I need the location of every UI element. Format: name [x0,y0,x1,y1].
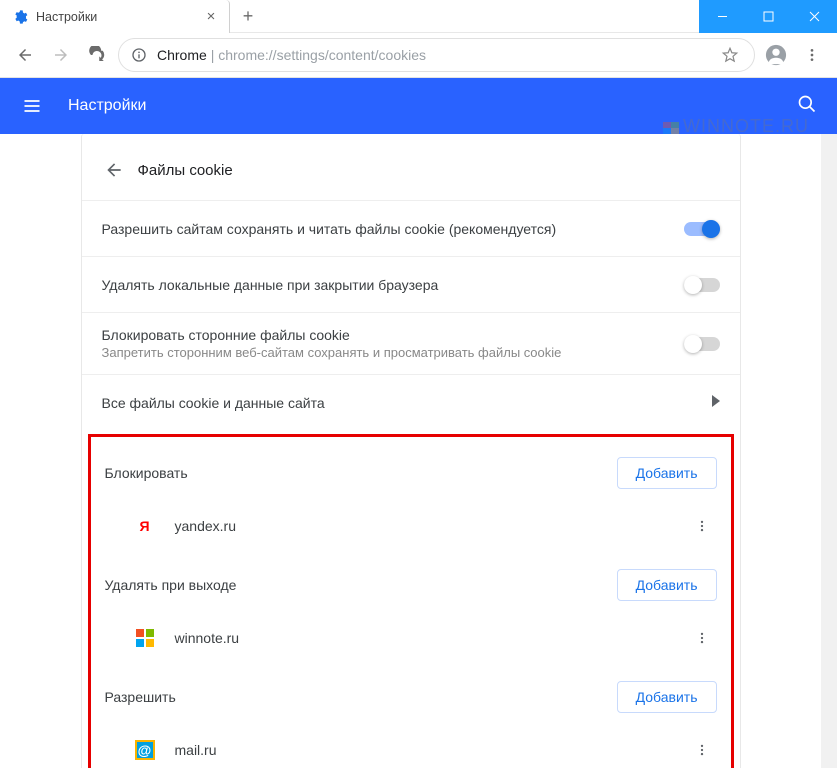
minimize-button[interactable] [699,0,745,33]
chevron-right-icon [712,394,720,412]
site-row: winnote.ru [91,615,731,661]
site-name: yandex.ru [175,518,687,534]
url-text: Chrome | chrome://settings/content/cooki… [157,47,708,63]
site-row: Я yandex.ru [91,503,731,549]
window-controls [699,0,837,32]
address-bar[interactable]: Chrome | chrome://settings/content/cooki… [118,38,755,72]
setting-block-third-label: Блокировать сторонние файлы cookie Запре… [102,327,684,360]
yandex-icon: Я [133,514,157,538]
all-cookies-label: Все файлы cookie и данные сайта [102,395,712,411]
windows-icon [133,626,157,650]
reload-button[interactable] [82,40,112,70]
bookmark-icon[interactable] [718,46,742,64]
back-button[interactable] [10,40,40,70]
back-arrow-icon[interactable] [94,150,134,190]
site-menu-button[interactable] [687,511,717,541]
gear-icon [12,9,28,25]
scrollbar[interactable] [821,134,837,768]
maximize-button[interactable] [745,0,791,33]
watermark: WINNOTE.RU [663,116,809,137]
menu-icon[interactable] [20,94,44,118]
site-info-icon[interactable] [131,47,147,63]
toggle-allow-sites[interactable] [684,222,720,236]
forward-button[interactable] [46,40,76,70]
group-delete-exit-label: Удалять при выходе [105,577,237,593]
new-tab-button[interactable]: + [230,0,266,32]
group-allow-label: Разрешить [105,689,176,705]
group-block-label: Блокировать [105,465,188,481]
profile-button[interactable] [761,40,791,70]
add-block-button[interactable]: Добавить [617,457,717,489]
page-title: Файлы cookie [138,162,233,179]
setting-delete-on-close-label: Удалять локальные данные при закрытии бр… [102,277,684,293]
toggle-block-third[interactable] [684,337,720,351]
site-row: @ mail.ru [91,727,731,768]
settings-card: Файлы cookie Разрешить сайтам сохранять … [81,134,741,768]
add-allow-button[interactable]: Добавить [617,681,717,713]
window-close-button[interactable] [791,0,837,33]
settings-title: Настройки [68,97,146,115]
site-menu-button[interactable] [687,735,717,765]
settings-header: Настройки WINNOTE.RU [0,78,837,134]
mailru-icon: @ [133,738,157,762]
browser-menu-button[interactable] [797,40,827,70]
browser-tab[interactable]: Настройки × [0,0,230,33]
toggle-delete-on-close[interactable] [684,278,720,292]
add-delete-exit-button[interactable]: Добавить [617,569,717,601]
close-icon[interactable]: × [203,9,219,25]
site-menu-button[interactable] [687,623,717,653]
site-name: winnote.ru [175,630,687,646]
browser-toolbar: Chrome | chrome://settings/content/cooki… [0,33,837,78]
site-name: mail.ru [175,742,687,758]
highlighted-section: Блокировать Добавить Я yandex.ru Удалять… [88,434,734,768]
setting-allow-sites-label: Разрешить сайтам сохранять и читать файл… [102,221,684,237]
tab-title: Настройки [36,10,203,24]
search-icon[interactable] [797,94,817,119]
window-titlebar: Настройки × + [0,0,837,33]
all-cookies-row[interactable]: Все файлы cookie и данные сайта [82,374,740,430]
